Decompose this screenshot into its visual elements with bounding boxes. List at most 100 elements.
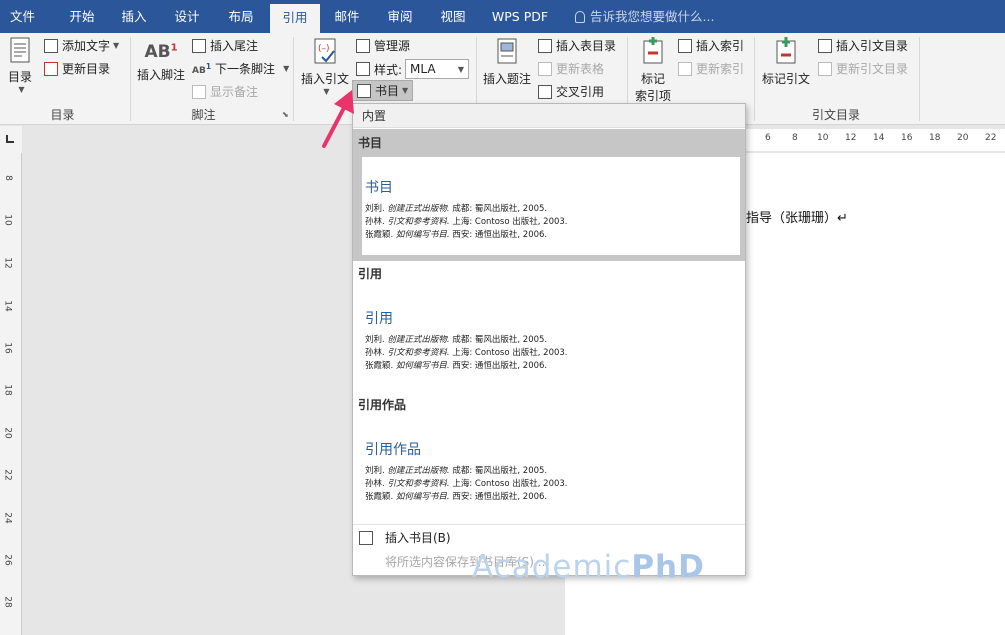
insert-table-of-figures-button[interactable]: 插入表目录 (538, 37, 616, 54)
ribbon-tab-bar: 文件 开始 插入 设计 布局 引用 邮件 审阅 视图 WPS PDF 告诉我您想… (0, 0, 1005, 33)
update-toc-button[interactable]: 更新目录 (44, 60, 110, 77)
update-table-button[interactable]: 更新表格 (538, 60, 604, 77)
update-toa-button[interactable]: 更新引文目录 (818, 60, 908, 77)
preview-heading: 引用作品 (365, 442, 421, 458)
dialog-launcher-icon[interactable]: ⬊ (282, 110, 289, 119)
tab-view[interactable]: 视图 (430, 0, 476, 33)
gallery-item-title: 书目 (358, 136, 383, 150)
tab-home[interactable]: 开始 (57, 0, 107, 33)
ruler-tick-label: 26 (2, 554, 13, 566)
insert-caption-button[interactable]: 插入题注 (480, 37, 534, 87)
mark-entry-button[interactable]: 标记 索引项 (631, 37, 675, 104)
gallery-item-bibliography[interactable]: 书目 书目 刘利. 创建正式出版物. 成都: 蜀风出版社, 2005. 孙林. … (353, 129, 745, 261)
endnote-icon (192, 38, 206, 53)
show-notes-icon (192, 84, 206, 99)
cross-reference-button[interactable]: 交叉引用 (538, 83, 604, 100)
cross-reference-icon (538, 84, 552, 99)
citation-entry: 刘利. 创建正式出版物. 成都: 蜀风出版社, 2005. (365, 466, 548, 476)
insert-bibliography-menu-item[interactable]: 插入书目(B) (353, 526, 745, 550)
show-notes-button[interactable]: 显示备注 (192, 83, 258, 100)
chevron-down-icon: ▼ (402, 86, 409, 95)
document-text[interactable]: 指导（张珊珊）↵ (746, 207, 848, 226)
insert-footnote-button[interactable]: AB1 插入脚注 (134, 42, 188, 83)
insert-citation-icon: (–) (314, 38, 336, 64)
preview-heading: 引用 (365, 311, 393, 327)
next-footnote-label: 下一条脚注 (215, 62, 276, 76)
group-label-toc: 目录 (50, 108, 75, 122)
insert-toa-button[interactable]: 插入引文目录 (818, 37, 908, 54)
mark-citation-button[interactable]: 标记引文 (758, 37, 814, 87)
citation-entry: 孙林. 引文和参考资料. 上海: Contoso 出版社, 2003. (365, 348, 568, 358)
ruler-tick-label: 10 (817, 133, 829, 143)
ruler-tick-label: 16 (2, 342, 13, 354)
insert-toa-icon (818, 38, 832, 53)
tab-references[interactable]: 引用 (270, 4, 320, 33)
next-footnote-button[interactable]: AB1 下一条脚注 ▼ (192, 60, 289, 77)
next-footnote-icon: AB1 (192, 61, 212, 76)
tab-wps-pdf[interactable]: WPS PDF (484, 0, 556, 33)
ruler-tick-label: 20 (957, 133, 969, 143)
gallery-header: 内置 (353, 104, 745, 128)
style-value: MLA (410, 62, 436, 76)
ruler-tick-label: 20 (2, 427, 13, 439)
mark-entry-label-1: 标记 (640, 72, 665, 86)
update-icon (818, 61, 832, 76)
citation-entry: 张霞颖. 如何编写书目. 西安: 通恒出版社, 2006. (365, 230, 548, 240)
add-text-icon (44, 38, 58, 53)
ruler-corner[interactable] (0, 126, 22, 153)
insert-citation-label: 插入引文 (300, 72, 349, 86)
tell-me-text: 告诉我您想要做什么... (590, 9, 715, 24)
bibliography-icon (357, 83, 371, 98)
add-text-label: 添加文字 (62, 39, 111, 53)
chevron-down-icon: ▼ (457, 64, 465, 74)
insert-index-button[interactable]: 插入索引 (678, 37, 744, 54)
tab-file[interactable]: 文件 (0, 0, 45, 33)
tab-stop-icon (6, 135, 14, 143)
watermark-logo: AcademicPhD (472, 549, 705, 585)
tab-design[interactable]: 设计 (164, 0, 210, 33)
vertical-ruler[interactable]: 8 10 12 14 16 18 20 22 24 26 28 (0, 153, 22, 635)
table-of-figures-icon (538, 38, 552, 53)
insert-table-figures-label: 插入表目录 (556, 39, 617, 53)
style-selector: 样式: MLA ▼ (356, 59, 470, 79)
add-text-button[interactable]: 添加文字 ▼ (44, 37, 119, 54)
bibliography-label: 书目 (375, 84, 400, 98)
insert-endnote-label: 插入尾注 (210, 39, 259, 53)
tell-me-search[interactable]: 告诉我您想要做什么... (575, 0, 714, 33)
gallery-item-references[interactable]: 引用 引用 刘利. 创建正式出版物. 成都: 蜀风出版社, 2005. 孙林. … (353, 262, 745, 392)
ruler-tick-label: 10 (2, 214, 13, 226)
preview-heading: 书目 (365, 180, 393, 196)
svg-text:(–): (–) (318, 44, 330, 54)
annotation-arrow-icon (322, 90, 354, 148)
ruler-tick-label: 8 (792, 133, 798, 143)
bibliography-button[interactable]: 书目 ▼ (352, 80, 414, 101)
ruler-tick-label: 16 (901, 133, 913, 143)
group-separator (919, 37, 920, 121)
insert-caption-icon (497, 38, 517, 64)
mark-entry-icon (643, 37, 663, 64)
gallery-item-works-cited[interactable]: 引用作品 引用作品 刘利. 创建正式出版物. 成都: 蜀风出版社, 2005. … (353, 393, 745, 523)
tab-layout[interactable]: 布局 (218, 0, 264, 33)
gallery-item-title: 引用作品 (358, 398, 407, 412)
style-label: 样式: (374, 62, 403, 77)
insert-index-icon (678, 38, 692, 53)
style-dropdown[interactable]: MLA ▼ (405, 59, 470, 79)
chevron-down-icon: ▼ (18, 85, 25, 94)
update-index-button[interactable]: 更新索引 (678, 60, 744, 77)
toc-icon (10, 37, 30, 63)
update-icon (678, 61, 692, 76)
toc-button[interactable]: 目录 ▼ (4, 37, 36, 94)
gallery-item-preview: 书目 刘利. 创建正式出版物. 成都: 蜀风出版社, 2005. 孙林. 引文和… (362, 157, 740, 255)
tab-mailings[interactable]: 邮件 (324, 0, 370, 33)
update-toa-label: 更新引文目录 (836, 62, 909, 76)
tab-insert[interactable]: 插入 (111, 0, 157, 33)
group-separator (293, 37, 294, 121)
insert-toa-label: 插入引文目录 (836, 39, 909, 53)
tab-review[interactable]: 审阅 (377, 0, 423, 33)
manage-sources-button[interactable]: 管理源 (356, 37, 410, 54)
chevron-down-icon: ▼ (113, 41, 120, 50)
update-icon (538, 61, 552, 76)
insert-endnote-button[interactable]: 插入尾注 (192, 37, 258, 54)
citation-entry: 刘利. 创建正式出版物. 成都: 蜀风出版社, 2005. (365, 204, 548, 214)
citation-entry: 孙林. 引文和参考资料. 上海: Contoso 出版社, 2003. (365, 217, 568, 227)
